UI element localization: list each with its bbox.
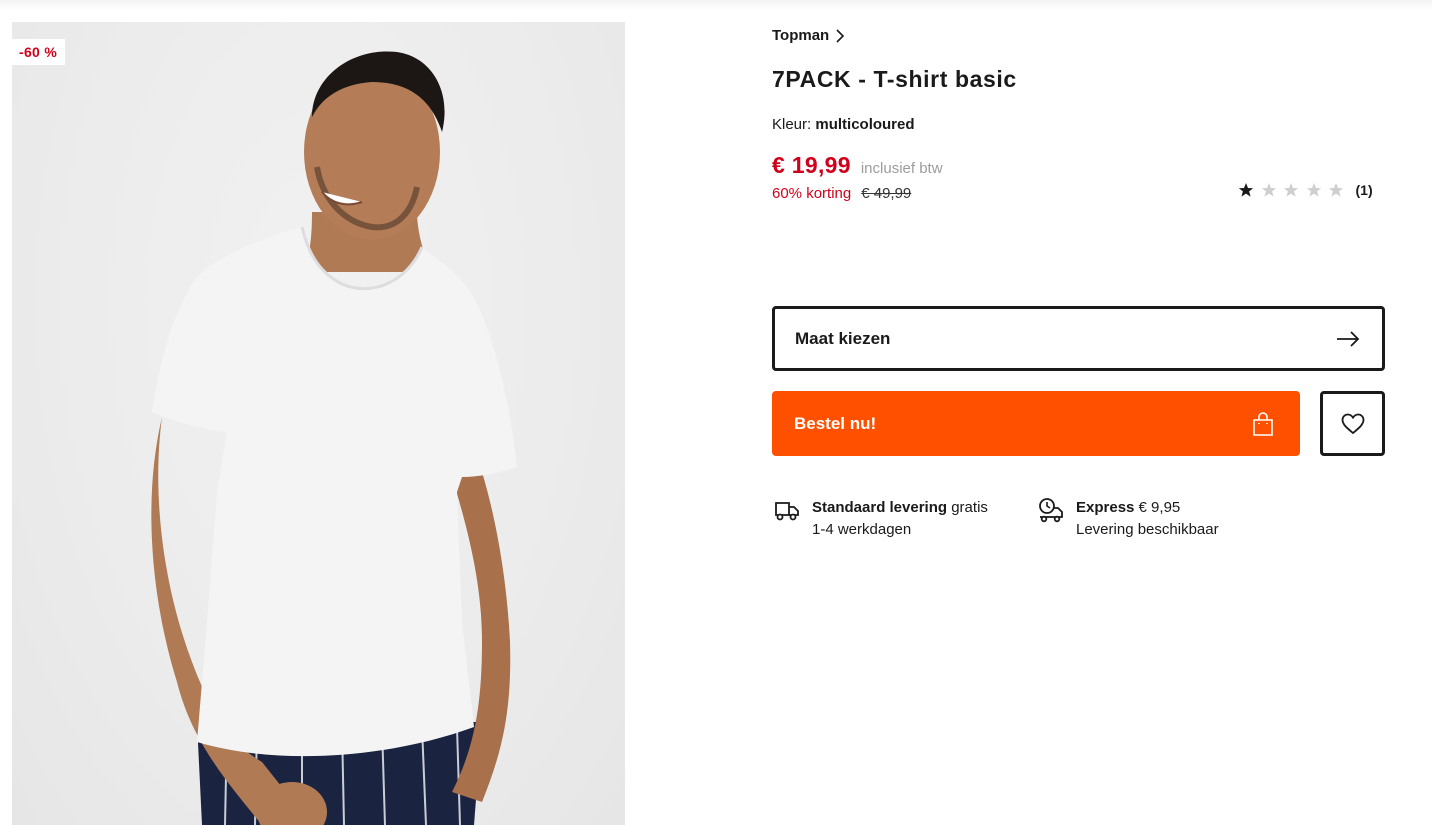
discount-text: 60% korting — [772, 185, 852, 202]
wishlist-button[interactable] — [1320, 391, 1385, 456]
express-delivery-info: Express € 9,95 Levering beschikbaar — [1038, 497, 1219, 541]
model-photo-illustration — [151, 51, 517, 825]
color-value: multicoloured — [815, 116, 915, 133]
standard-delivery-info: Standaard levering gratis 1-4 werkdagen — [774, 497, 988, 541]
brand-name: Topman — [772, 27, 830, 44]
rating-stars — [1238, 182, 1351, 198]
price-row: € 19,99 inclusief btw — [772, 152, 943, 179]
standard-delivery-detail: 1-4 werkdagen — [812, 521, 912, 538]
original-price: € 49,99 — [861, 185, 912, 202]
rating-count: (1) — [1355, 182, 1373, 198]
color-label: Kleur: — [772, 116, 812, 133]
brand-link[interactable]: Topman — [772, 27, 845, 44]
arrow-right-icon — [1337, 330, 1360, 347]
truck-icon — [775, 502, 799, 521]
shopping-bag-icon — [1253, 411, 1273, 436]
color-info: Kleur: multicoloured — [772, 116, 915, 133]
chevron-right-icon — [836, 28, 845, 43]
discount-badge: -60 % — [12, 39, 66, 65]
heart-icon — [1341, 413, 1364, 434]
product-image[interactable]: -60 % — [12, 22, 625, 825]
size-select-button[interactable]: Maat kiezen — [772, 306, 1385, 371]
star-empty-icon — [1306, 183, 1321, 197]
star-empty-icon — [1261, 183, 1276, 197]
product-title: 7PACK - T-shirt basic — [772, 66, 1017, 92]
vat-note: inclusief btw — [860, 160, 943, 177]
current-price: € 19,99 — [772, 152, 851, 178]
express-delivery-detail: Levering beschikbaar — [1076, 521, 1219, 538]
rating[interactable]: (1) — [1238, 182, 1373, 198]
order-button[interactable]: Bestel nu! — [772, 391, 1300, 456]
order-button-label: Bestel nu! — [794, 413, 877, 433]
star-filled-icon — [1238, 183, 1254, 197]
size-select-label: Maat kiezen — [795, 328, 891, 348]
star-empty-icon — [1283, 183, 1299, 197]
express-delivery-title: Express — [1076, 499, 1135, 516]
standard-delivery-title: Standaard levering — [812, 499, 948, 516]
product-details: Topman 7PACK - T-shirt basic Kleur: mult… — [772, 0, 1385, 825]
express-delivery-icon — [1039, 498, 1063, 523]
standard-delivery-price: gratis — [951, 499, 988, 516]
discount-row: 60% korting € 49,99 — [772, 185, 911, 202]
express-delivery-price: € 9,95 — [1138, 499, 1181, 516]
star-empty-icon — [1328, 183, 1344, 197]
